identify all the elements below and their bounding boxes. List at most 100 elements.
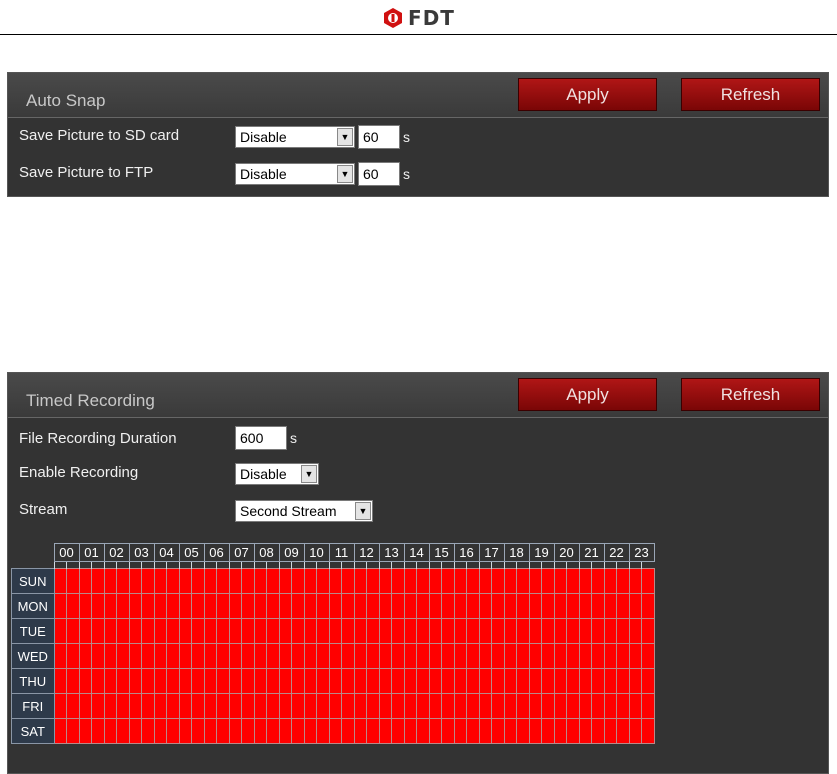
schedule-cell[interactable]: [128, 693, 142, 719]
duration-input[interactable]: 600: [235, 426, 287, 450]
schedule-cell[interactable]: [516, 693, 530, 719]
schedule-cell[interactable]: [378, 718, 392, 744]
schedule-cell[interactable]: [578, 593, 592, 619]
schedule-cell[interactable]: [203, 693, 217, 719]
schedule-cell[interactable]: [116, 618, 130, 644]
schedule-cell[interactable]: [528, 593, 542, 619]
schedule-cell[interactable]: [366, 643, 380, 669]
schedule-cell[interactable]: [628, 568, 642, 594]
schedule-cell[interactable]: [103, 693, 117, 719]
schedule-cell[interactable]: [416, 718, 430, 744]
schedule-cell[interactable]: [128, 643, 142, 669]
schedule-cell[interactable]: [303, 568, 317, 594]
schedule-cell[interactable]: [353, 643, 367, 669]
schedule-cell[interactable]: [478, 568, 492, 594]
schedule-cell[interactable]: [78, 718, 92, 744]
schedule-cell[interactable]: [141, 643, 155, 669]
schedule-cell[interactable]: [541, 718, 555, 744]
schedule-cell[interactable]: [216, 643, 230, 669]
schedule-cell[interactable]: [228, 668, 242, 694]
schedule-cell[interactable]: [228, 718, 242, 744]
schedule-cell[interactable]: [78, 668, 92, 694]
schedule-cell[interactable]: [328, 693, 342, 719]
stream-select[interactable]: Second Stream ▼: [235, 500, 373, 522]
schedule-cell[interactable]: [603, 568, 617, 594]
ftp-interval-input[interactable]: 60: [358, 162, 400, 186]
schedule-cell[interactable]: [191, 668, 205, 694]
schedule-cell[interactable]: [553, 693, 567, 719]
schedule-cell[interactable]: [453, 718, 467, 744]
schedule-cell[interactable]: [516, 568, 530, 594]
sd-card-select[interactable]: Disable ▼: [235, 126, 355, 148]
schedule-cell[interactable]: [628, 718, 642, 744]
schedule-cell[interactable]: [466, 718, 480, 744]
schedule-cell[interactable]: [53, 693, 67, 719]
schedule-cell[interactable]: [366, 718, 380, 744]
schedule-cell[interactable]: [341, 718, 355, 744]
schedule-cell[interactable]: [491, 593, 505, 619]
schedule-cell[interactable]: [641, 718, 655, 744]
schedule-cell[interactable]: [66, 693, 80, 719]
schedule-cell[interactable]: [353, 693, 367, 719]
schedule-cell[interactable]: [566, 668, 580, 694]
schedule-cell[interactable]: [366, 593, 380, 619]
schedule-cell[interactable]: [616, 568, 630, 594]
schedule-cell[interactable]: [178, 643, 192, 669]
schedule-cell[interactable]: [66, 568, 80, 594]
schedule-cell[interactable]: [503, 568, 517, 594]
schedule-cell[interactable]: [491, 718, 505, 744]
schedule-cell[interactable]: [441, 718, 455, 744]
schedule-cell[interactable]: [478, 593, 492, 619]
schedule-cell[interactable]: [553, 618, 567, 644]
schedule-cell[interactable]: [228, 568, 242, 594]
schedule-cell[interactable]: [366, 693, 380, 719]
schedule-cell[interactable]: [591, 693, 605, 719]
schedule-cell[interactable]: [53, 568, 67, 594]
schedule-cell[interactable]: [153, 718, 167, 744]
schedule-cell[interactable]: [278, 618, 292, 644]
schedule-cell[interactable]: [203, 718, 217, 744]
schedule-cell[interactable]: [166, 668, 180, 694]
schedule-cell[interactable]: [553, 568, 567, 594]
schedule-cell[interactable]: [353, 568, 367, 594]
schedule-cell[interactable]: [591, 618, 605, 644]
schedule-cell[interactable]: [341, 618, 355, 644]
schedule-cell[interactable]: [316, 643, 330, 669]
schedule-cell[interactable]: [91, 693, 105, 719]
schedule-cell[interactable]: [366, 568, 380, 594]
schedule-cell[interactable]: [203, 618, 217, 644]
schedule-cell[interactable]: [591, 718, 605, 744]
schedule-cell[interactable]: [503, 593, 517, 619]
schedule-cell[interactable]: [241, 693, 255, 719]
schedule-cell[interactable]: [91, 643, 105, 669]
schedule-cell[interactable]: [103, 643, 117, 669]
schedule-cell[interactable]: [353, 593, 367, 619]
schedule-cell[interactable]: [128, 718, 142, 744]
schedule-cell[interactable]: [516, 668, 530, 694]
schedule-cell[interactable]: [578, 568, 592, 594]
schedule-cell[interactable]: [441, 593, 455, 619]
schedule-cell[interactable]: [316, 568, 330, 594]
schedule-cell[interactable]: [428, 643, 442, 669]
auto-snap-refresh-button[interactable]: Refresh: [681, 78, 820, 111]
schedule-cell[interactable]: [616, 643, 630, 669]
schedule-cell[interactable]: [478, 668, 492, 694]
schedule-cell[interactable]: [403, 643, 417, 669]
schedule-cell[interactable]: [616, 693, 630, 719]
schedule-cell[interactable]: [566, 718, 580, 744]
schedule-cell[interactable]: [66, 668, 80, 694]
schedule-cell[interactable]: [203, 643, 217, 669]
schedule-cell[interactable]: [291, 693, 305, 719]
schedule-cell[interactable]: [178, 593, 192, 619]
schedule-cell[interactable]: [328, 668, 342, 694]
schedule-cell[interactable]: [391, 568, 405, 594]
schedule-cell[interactable]: [416, 643, 430, 669]
schedule-cell[interactable]: [241, 718, 255, 744]
schedule-cell[interactable]: [216, 618, 230, 644]
schedule-cell[interactable]: [303, 643, 317, 669]
schedule-cell[interactable]: [466, 643, 480, 669]
schedule-cell[interactable]: [178, 693, 192, 719]
schedule-cell[interactable]: [216, 718, 230, 744]
schedule-cell[interactable]: [541, 593, 555, 619]
schedule-cell[interactable]: [153, 693, 167, 719]
